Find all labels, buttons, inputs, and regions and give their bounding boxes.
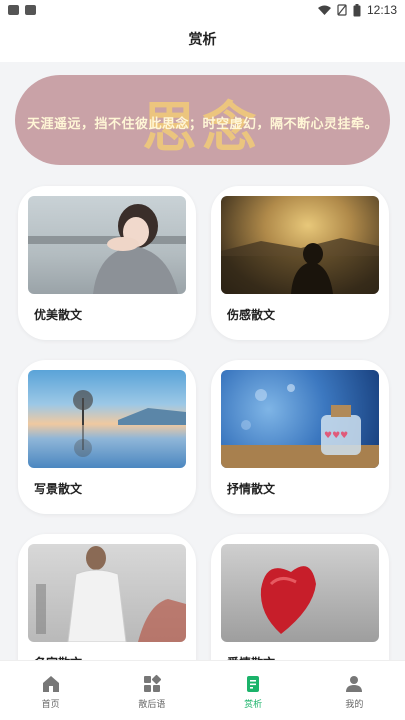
man-in-traditional-robe-photo [28, 544, 186, 642]
image-notification-icon [8, 5, 19, 15]
tab-label: 首页 [41, 700, 60, 710]
category-card-youmei[interactable]: 优美散文 [18, 186, 196, 340]
page-title: 赏析 [188, 32, 217, 48]
tab-shangxi[interactable]: 赏析 [203, 661, 304, 720]
category-card-shuqing[interactable]: ♥♥♥ 抒情散文 [211, 360, 389, 514]
card-label: 伤感散文 [227, 308, 276, 322]
battery-icon [353, 3, 361, 16]
tab-mine[interactable]: 我的 [304, 661, 405, 720]
tab-home[interactable]: 首页 [0, 661, 101, 720]
no-sim-icon [337, 4, 347, 16]
page-title-bar: 赏析 [0, 22, 405, 62]
status-bar: 12:13 [0, 0, 405, 22]
card-label: 优美散文 [34, 308, 83, 322]
girl-leaning-on-railing-photo [28, 196, 186, 294]
card-label: 抒情散文 [227, 482, 276, 496]
bottom-tab-bar: 首页 散后语 赏析 我的 [0, 660, 405, 720]
tab-label: 散后语 [138, 700, 166, 710]
category-card-shanggan[interactable]: 伤感散文 [211, 186, 389, 340]
tab-sanhouyu[interactable]: 散后语 [101, 661, 202, 720]
banner[interactable]: 思念 天涯遥远，挡不住彼此思念；时空虚幻，隔不断心灵挂牵。 [15, 75, 390, 165]
category-card-xiejing[interactable]: 写景散文 [18, 360, 196, 514]
svg-text:♥♥♥: ♥♥♥ [324, 431, 348, 441]
tree-reflection-lake-landscape-photo [28, 370, 186, 468]
person-icon [346, 676, 363, 692]
glass-bottle-of-hearts-photo: ♥♥♥ [221, 370, 379, 468]
document-icon [247, 676, 260, 692]
notification-icons [8, 5, 36, 15]
app-notification-icon [25, 5, 36, 15]
status-indicators: 12:13 [317, 3, 397, 17]
tab-label: 我的 [345, 700, 364, 710]
person-sitting-by-lake-at-dusk-photo [221, 196, 379, 294]
apps-grid-icon [143, 674, 161, 692]
wifi-icon [317, 5, 331, 15]
tab-label: 赏析 [244, 700, 263, 710]
home-icon [42, 676, 59, 692]
banner-poem: 天涯遥远，挡不住彼此思念；时空虚幻，隔不断心灵挂牵。 [26, 117, 378, 132]
red-knitted-heart-photo [221, 544, 379, 642]
status-time: 12:13 [366, 3, 397, 17]
card-label: 写景散文 [34, 482, 83, 496]
